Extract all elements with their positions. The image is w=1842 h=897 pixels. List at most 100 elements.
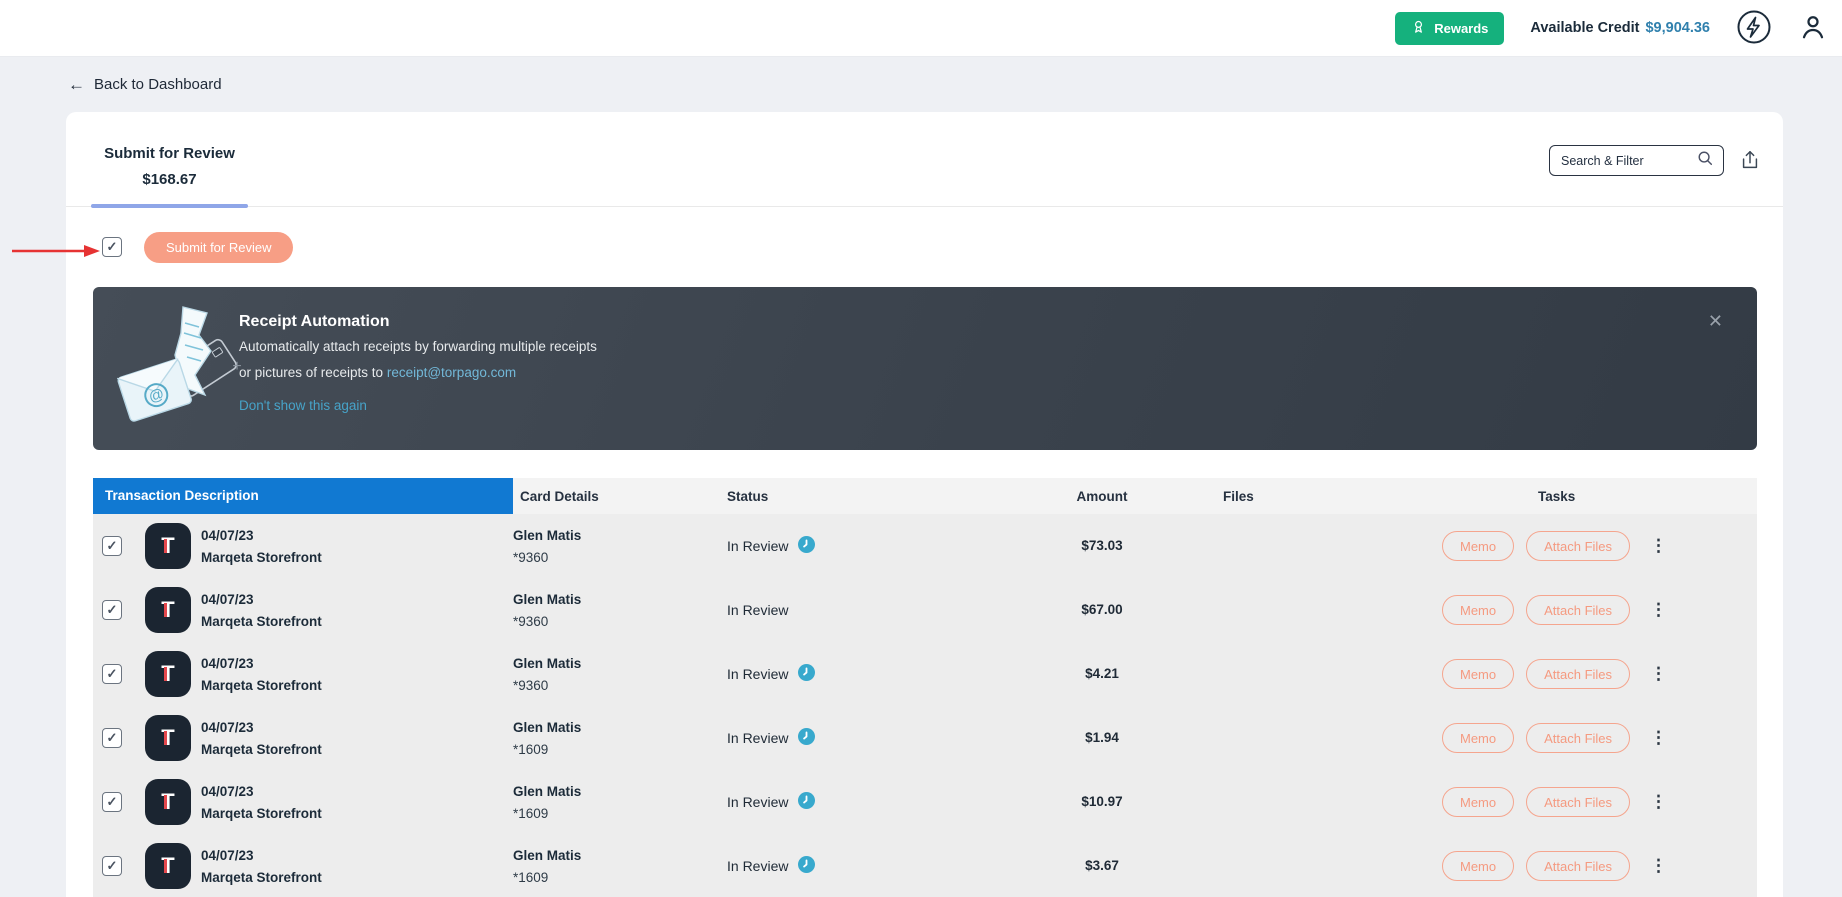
quick-actions-button[interactable] [1736, 9, 1772, 48]
search-filter-box [1549, 145, 1724, 176]
column-files: Files [1223, 488, 1254, 504]
export-button[interactable] [1739, 149, 1761, 174]
kebab-menu-icon[interactable]: ⋮ [1650, 536, 1667, 556]
tab-submit-for-review[interactable]: Submit for Review $168.67 [91, 145, 248, 188]
transaction-date: 04/07/23 [201, 783, 254, 799]
transaction-date: 04/07/23 [201, 847, 254, 863]
card-last-digits: *9360 [513, 549, 549, 565]
amount-cell: $10.97 [978, 793, 1168, 811]
transaction-text: 04/07/23 Marqeta Storefront [201, 656, 322, 693]
amount-value: $67.00 [1081, 602, 1123, 617]
row-checkbox[interactable]: ✓ [102, 856, 122, 876]
column-card-details: Card Details [520, 488, 599, 504]
memo-button[interactable]: Memo [1442, 659, 1515, 689]
memo-button[interactable]: Memo [1442, 851, 1515, 881]
search-input[interactable] [1561, 153, 1696, 168]
row-checkbox[interactable]: ✓ [102, 792, 122, 812]
status-cell: In Review [723, 856, 978, 876]
transaction-text: 04/07/23 Marqeta Storefront [201, 720, 322, 757]
rewards-button[interactable]: Rewards [1395, 11, 1505, 45]
submit-for-review-button[interactable]: Submit for Review [144, 231, 294, 263]
panel-header: Submit for Review $168.67 [66, 112, 1783, 208]
attach-files-button[interactable]: Attach Files [1526, 787, 1631, 817]
merchant-name: Marqeta Storefront [201, 805, 322, 821]
kebab-menu-icon[interactable]: ⋮ [1650, 856, 1667, 876]
tab-amount: $168.67 [142, 171, 197, 188]
check-icon: ✓ [106, 730, 118, 745]
row-checkbox-cell: ✓ [93, 536, 145, 556]
status-cell: In Review [723, 792, 978, 812]
transaction-date: 04/07/23 [201, 591, 254, 607]
clock-icon [798, 536, 816, 556]
attach-files-button[interactable]: Attach Files [1526, 659, 1631, 689]
dont-show-again-link[interactable]: Don't show this again [239, 398, 367, 413]
transaction-text: 04/07/23 Marqeta Storefront [201, 848, 322, 885]
tasks-cell: Memo Attach Files ⋮ [1438, 787, 1757, 817]
memo-button[interactable]: Memo [1442, 595, 1515, 625]
tasks-cell: Memo Attach Files ⋮ [1438, 723, 1757, 753]
tasks-cell: Memo Attach Files ⋮ [1438, 851, 1757, 881]
attach-files-button[interactable]: Attach Files [1526, 723, 1631, 753]
attach-files-button[interactable]: Attach Files [1526, 851, 1631, 881]
user-icon [1798, 12, 1828, 45]
status-cell: In Review [723, 600, 978, 620]
cardholder-name: Glen Matis [513, 847, 582, 863]
select-all-checkbox[interactable]: ✓ [102, 237, 122, 257]
amount-value: $10.97 [1081, 794, 1123, 809]
status-text: In Review [727, 602, 789, 618]
table-row: ✓ T 04/07/23 Marqeta Storefront Glen Mat… [93, 770, 1757, 834]
profile-button[interactable] [1798, 12, 1828, 45]
column-status: Status [727, 488, 769, 504]
back-row: ← Back to Dashboard [0, 57, 1842, 112]
merchant-avatar: T [145, 715, 191, 761]
merchant-avatar: T [145, 587, 191, 633]
card-last-digits: *9360 [513, 677, 549, 693]
row-checkbox[interactable]: ✓ [102, 728, 122, 748]
amount-value: $3.67 [1085, 858, 1119, 873]
cardholder-name: Glen Matis [513, 591, 582, 607]
table-row: ✓ T 04/07/23 Marqeta Storefront Glen Mat… [93, 834, 1757, 897]
column-tasks: Tasks [1538, 488, 1576, 504]
transaction-date: 04/07/23 [201, 527, 254, 543]
row-checkbox[interactable]: ✓ [102, 536, 122, 556]
transaction-text: 04/07/23 Marqeta Storefront [201, 528, 322, 565]
kebab-menu-icon[interactable]: ⋮ [1650, 728, 1667, 748]
row-checkbox[interactable]: ✓ [102, 600, 122, 620]
transaction-description-cell: T 04/07/23 Marqeta Storefront [145, 651, 513, 697]
transaction-description-cell: T 04/07/23 Marqeta Storefront [145, 843, 513, 889]
amount-cell: $4.21 [978, 665, 1168, 683]
status-text: In Review [727, 858, 789, 874]
available-credit-label: Available Credit [1530, 20, 1640, 36]
row-checkbox-cell: ✓ [93, 728, 145, 748]
card-details-cell: Glen Matis *9360 [513, 528, 723, 565]
kebab-menu-icon[interactable]: ⋮ [1650, 600, 1667, 620]
banner-title: Receipt Automation [239, 313, 390, 330]
receipt-email-link[interactable]: receipt@torpago.com [387, 365, 516, 380]
status-text: In Review [727, 794, 789, 810]
banner-text: Receipt Automation Automatically attach … [239, 313, 597, 415]
amount-cell: $67.00 [978, 601, 1168, 619]
row-checkbox-cell: ✓ [93, 792, 145, 812]
card-details-cell: Glen Matis *1609 [513, 784, 723, 821]
merchant-avatar: T [145, 651, 191, 697]
back-to-dashboard-link[interactable]: ← Back to Dashboard [68, 75, 222, 95]
memo-button[interactable]: Memo [1442, 787, 1515, 817]
banner-close-button[interactable]: ✕ [1708, 311, 1723, 332]
attach-files-button[interactable]: Attach Files [1526, 595, 1631, 625]
transaction-description-cell: T 04/07/23 Marqeta Storefront [145, 523, 513, 569]
cardholder-name: Glen Matis [513, 719, 582, 735]
check-icon: ✓ [106, 666, 118, 681]
available-credit: Available Credit $9,904.36 [1530, 20, 1710, 36]
back-label: Back to Dashboard [94, 76, 222, 93]
kebab-menu-icon[interactable]: ⋮ [1650, 792, 1667, 812]
search-icon[interactable] [1696, 149, 1714, 172]
attach-files-button[interactable]: Attach Files [1526, 531, 1631, 561]
merchant-name: Marqeta Storefront [201, 613, 322, 629]
row-checkbox[interactable]: ✓ [102, 664, 122, 684]
merchant-name: Marqeta Storefront [201, 741, 322, 757]
memo-button[interactable]: Memo [1442, 723, 1515, 753]
memo-button[interactable]: Memo [1442, 531, 1515, 561]
banner-line-2: or pictures of receipts to receipt@torpa… [239, 362, 597, 383]
rewards-label: Rewards [1434, 20, 1489, 36]
kebab-menu-icon[interactable]: ⋮ [1650, 664, 1667, 684]
